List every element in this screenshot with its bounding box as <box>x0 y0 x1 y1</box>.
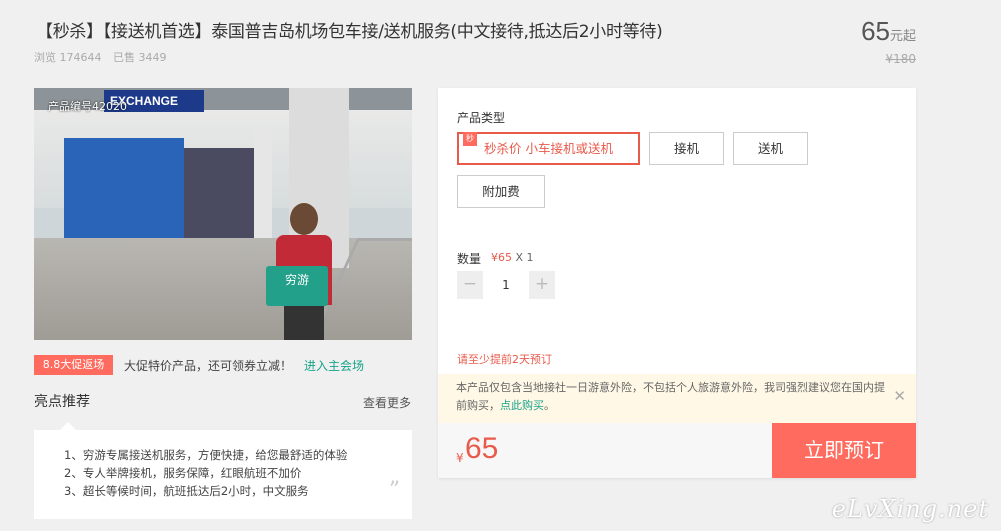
sold-count: 已售 3449 <box>113 51 167 64</box>
unit-price: ¥65 X 1 <box>491 251 534 264</box>
highlight-item: 1、穷游专属接送机服务，方便快捷，给您最舒适的体验 <box>64 448 348 462</box>
qty-times: X 1 <box>515 251 534 264</box>
highlights-box: 1、穷游专属接送机服务，方便快捷，给您最舒适的体验 2、专人举牌接机，服务保障，… <box>34 422 412 519</box>
quote-icon: ” <box>388 478 400 503</box>
product-photo[interactable]: EXCHANGE 穷游 产品编号42020 <box>34 88 412 340</box>
insurance-notice: 本产品仅包含当地接社一日游意外险，不包括个人旅游意外险，我司强烈建议您在国内提前… <box>438 374 916 423</box>
highlights-title: 亮点推荐 <box>34 394 90 410</box>
increment-button[interactable]: + <box>529 271 555 299</box>
seckill-flag-icon: 秒 <box>463 132 477 146</box>
stats: 浏览 174644 已售 3449 <box>34 49 175 65</box>
option-surcharge[interactable]: 附加费 <box>457 175 545 208</box>
product-type-label: 产品类型 <box>457 111 506 125</box>
total-price: 65 <box>465 432 499 465</box>
close-icon[interactable]: ✕ <box>893 387 906 405</box>
views-count: 浏览 174644 <box>34 51 102 64</box>
decrement-button[interactable]: − <box>457 271 483 299</box>
booking-panel: 产品类型 秒 秒杀价 小车接机或送机 接机 送机 附加费 数量 ¥65 X 1 … <box>438 88 916 478</box>
promo-badge: 8.8大促返场 <box>34 355 113 375</box>
option-pickup[interactable]: 接机 <box>649 132 724 165</box>
quantity-label: 数量 <box>457 252 482 266</box>
currency-symbol: ¥ <box>456 451 464 465</box>
quantity-stepper: − 1 + <box>457 271 555 299</box>
highlight-item: 2、专人举牌接机，服务保障，红眼航班不加价 <box>64 466 302 480</box>
unit-price-value: ¥65 <box>491 251 512 264</box>
option-dropoff[interactable]: 送机 <box>733 132 808 165</box>
quantity-input[interactable]: 1 <box>483 271 529 299</box>
buy-insurance-link[interactable]: 点此购买 <box>500 399 544 412</box>
product-code: 产品编号42020 <box>48 100 127 113</box>
page-title: 【秒杀】【接送机首选】泰国普吉岛机场包车接/送机服务(中文接待,抵达后2小时等待… <box>36 22 663 42</box>
price-value: 65 <box>861 16 890 46</box>
qyer-board: 穷游 <box>266 266 328 306</box>
insurance-end: 。 <box>544 399 555 412</box>
view-more-link[interactable]: 查看更多 <box>363 394 411 411</box>
original-price: ¥180 <box>885 52 916 66</box>
watermark: eLvXing.net <box>831 495 989 523</box>
book-now-button[interactable]: 立即预订 <box>772 423 916 478</box>
option-seckill[interactable]: 秒 秒杀价 小车接机或送机 <box>457 132 640 165</box>
promo-text: 大促特价产品，还可领券立减！ <box>124 359 293 373</box>
price-unit: 元起 <box>889 29 916 44</box>
advance-booking-notice: 请至少提前2天预订 <box>457 353 552 366</box>
option-label: 秒杀价 小车接机或送机 <box>484 141 613 156</box>
main-venue-link[interactable]: 进入主会场 <box>304 357 364 374</box>
price-bar: ¥ 65 立即预订 <box>438 423 916 478</box>
price-from: 65元起 <box>861 16 916 47</box>
highlight-item: 3、超长等候时间，航班抵达后2小时，中文服务 <box>64 484 309 498</box>
